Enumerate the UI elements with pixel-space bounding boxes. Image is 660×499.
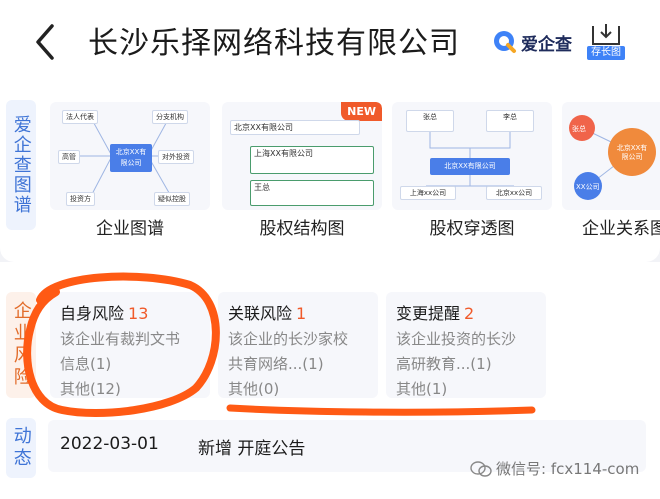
node-beijing-company: 北京XX有限公司 [230, 120, 360, 135]
node-branch: 分支机构 [152, 110, 188, 124]
self-risk-count: 13 [128, 304, 149, 323]
risk-section-label: 企业风险 [6, 292, 36, 398]
node-shanghai-xx: 上海xx公司 [400, 186, 456, 200]
wechat-watermark: 微信号: fcx114-com [470, 458, 639, 479]
related-risk-title: 关联风险 1 [228, 304, 307, 323]
back-arrow-icon[interactable] [30, 20, 64, 64]
self-risk-line-2: 信息(1) [60, 355, 112, 373]
related-risk-line-3: 其他(0) [228, 380, 280, 398]
related-risk-card[interactable]: 关联风险 1 该企业的长沙家校 共育网络...(1) 其他(0) [218, 292, 378, 398]
node-shanghai-company: 上海XX有限公司 [250, 146, 374, 174]
self-risk-line-3: 其他(12) [60, 380, 121, 398]
header: 长沙乐择网络科技有限公司 爱企查 存长图 [0, 0, 660, 82]
node-investment: 对外投资 [158, 150, 194, 164]
related-risk-count: 1 [296, 304, 307, 323]
equity-structure-thumbnail[interactable]: NEW 北京XX有限公司 上海XX有限公司 王总 [222, 102, 382, 210]
node-penetration-center: 北京XX有限公司 [430, 158, 510, 175]
related-risk-line-1: 该企业的长沙家校 [228, 330, 349, 348]
save-long-image-button[interactable]: 存长图 [587, 22, 625, 62]
change-alert-count: 2 [464, 304, 475, 323]
save-long-image-label: 存长图 [587, 46, 625, 60]
dynamic-date: 2022-03-01 [60, 434, 159, 454]
dynamic-section-label: 动态 [6, 418, 36, 478]
change-alert-line-2: 高研教育...(1) [396, 355, 492, 373]
graph-section-label: 爱企查图谱 [6, 100, 36, 230]
enterprise-relation-thumbnail[interactable]: 张总 北京XX有限公司 XX公司 [562, 102, 660, 210]
download-icon [592, 24, 620, 45]
equity-penetration-thumbnail[interactable]: 张总 李总 北京XX有限公司 上海xx公司 北京xx公司 [392, 102, 552, 210]
node-suspected-holding: 疑似控股 [154, 192, 190, 206]
node-legal-rep: 法人代表 [62, 110, 98, 124]
self-risk-title: 自身风险 13 [60, 304, 149, 323]
equity-structure-label: 股权结构图 [259, 219, 345, 239]
related-risk-line-2: 共育网络...(1) [228, 355, 324, 373]
enterprise-graph-label: 企业图谱 [96, 219, 164, 239]
watermark-text: 微信号: fcx114-com [496, 460, 640, 478]
dynamic-text: 新增 开庭公告 [198, 439, 306, 459]
change-alert-line-3: 其他(1) [396, 380, 448, 398]
enterprise-graph-thumbnail[interactable]: 法人代表 分支机构 北京XX有限公司 高管 对外投资 投资方 疑似控股 [50, 102, 210, 210]
node-center-company: 北京XX有限公司 [110, 144, 152, 172]
enterprise-relation-label: 企业关系图 [582, 219, 660, 239]
new-badge: NEW [341, 102, 382, 121]
brand-name: 爱企查 [521, 34, 572, 55]
equity-penetration-label: 股权穿透图 [429, 219, 515, 239]
page-title: 长沙乐择网络科技有限公司 [88, 26, 460, 61]
change-alert-title: 变更提醒 2 [396, 304, 475, 323]
relation-node-company: 北京XX有限公司 [616, 144, 648, 161]
brand-logo: 爱企查 [492, 28, 572, 56]
node-wang: 王总 [250, 180, 374, 206]
node-investor: 投资方 [66, 192, 95, 206]
relation-node-zhang: 张总 [572, 125, 586, 133]
change-alert-card[interactable]: 变更提醒 2 该企业投资的长沙 高研教育...(1) 其他(1) [386, 292, 546, 398]
self-risk-card[interactable]: 自身风险 13 该企业有裁判文书 信息(1) 其他(12) [50, 292, 210, 398]
node-beijing-xx: 北京xx公司 [486, 186, 542, 200]
self-risk-line-1: 该企业有裁判文书 [60, 330, 181, 348]
node-executive: 高管 [58, 150, 80, 164]
aiqicha-logo-icon [494, 31, 516, 53]
relation-node-xx: XX公司 [576, 183, 600, 191]
node-li: 李总 [486, 110, 534, 132]
wechat-icon [470, 460, 492, 477]
change-alert-line-1: 该企业投资的长沙 [396, 330, 517, 348]
node-zhang: 张总 [406, 110, 454, 132]
